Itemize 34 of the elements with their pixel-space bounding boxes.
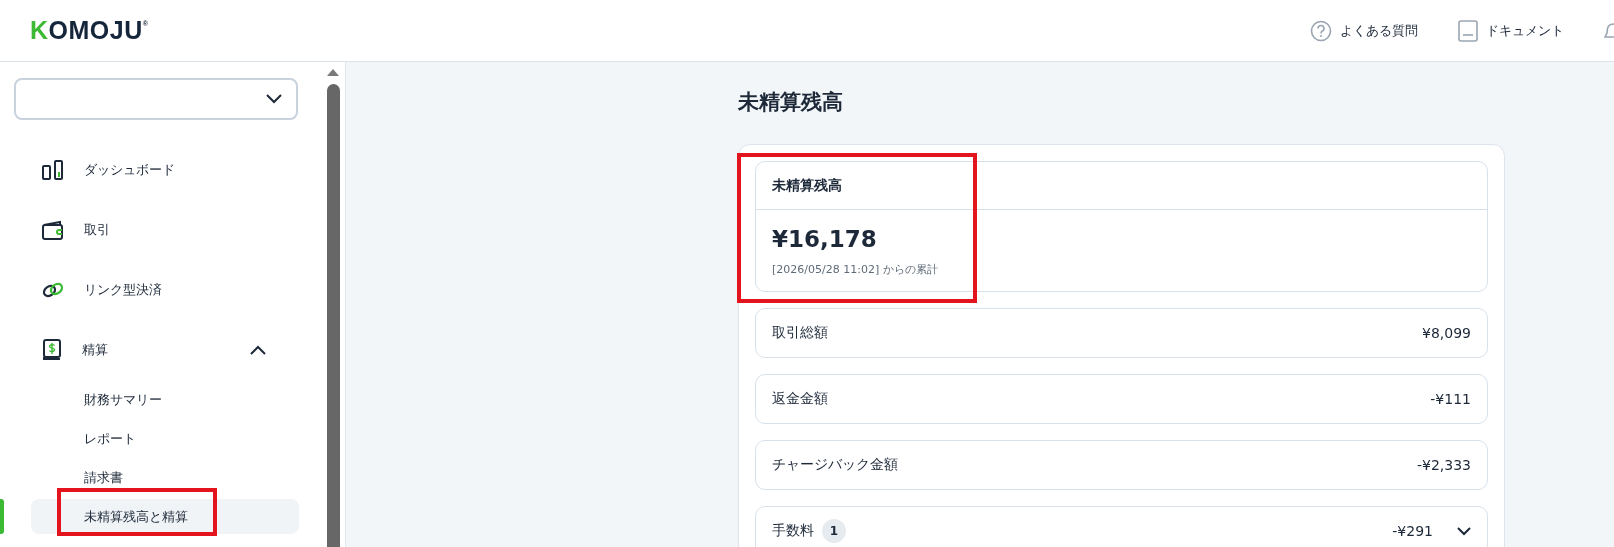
row-value: -¥2,333 [1416,457,1471,473]
logo[interactable]: KOMOJU$^{®}$ [30,16,149,45]
row-value: -¥111 [1430,391,1471,407]
wallet-icon [42,220,64,240]
help-icon [1310,19,1332,42]
nav-item[interactable]: リンク型決済 [14,260,298,320]
row-label: チャージバック金額 [772,456,898,474]
document-icon [1458,19,1478,42]
scroll-up-icon[interactable] [327,68,339,76]
sub-nav-item[interactable]: 未精算残高と精算 [31,499,299,534]
sub-nav-item[interactable]: レポート [31,421,299,456]
nav-item[interactable]: ダッシュボード [14,140,298,200]
count-badge: 1 [822,519,846,543]
row-label: 手数料 [772,522,814,540]
row-value: -¥291 [1392,523,1433,539]
balance-amount: ¥16,178 [772,226,878,252]
header-link[interactable]: よくある質問 [1310,19,1418,42]
row-label: 返金金額 [772,390,828,408]
bar-chart-icon [42,160,64,180]
sub-nav-item[interactable]: 請求書 [31,460,299,495]
nav-item[interactable]: 取引 [14,200,298,260]
sub-nav-item[interactable]: 財務サマリー [31,382,299,417]
link-icon [42,281,64,299]
row-label: 取引総額 [772,324,828,342]
ledger-icon [42,339,62,361]
header-link[interactable]: ドキュメント [1458,19,1564,42]
chevron-down-icon[interactable] [1457,526,1471,536]
nav-item[interactable]: 精算 [14,320,298,380]
row-value: ¥8,099 [1422,325,1471,341]
card-title: 未精算残高 [756,162,1487,210]
amount-row[interactable]: 手数料 1 -¥291 [755,506,1488,547]
page-title: 未精算残高 [738,89,844,116]
balance-note: [2026/05/28 11:02] からの累計 [772,262,939,277]
chevron-down-icon [266,94,282,104]
